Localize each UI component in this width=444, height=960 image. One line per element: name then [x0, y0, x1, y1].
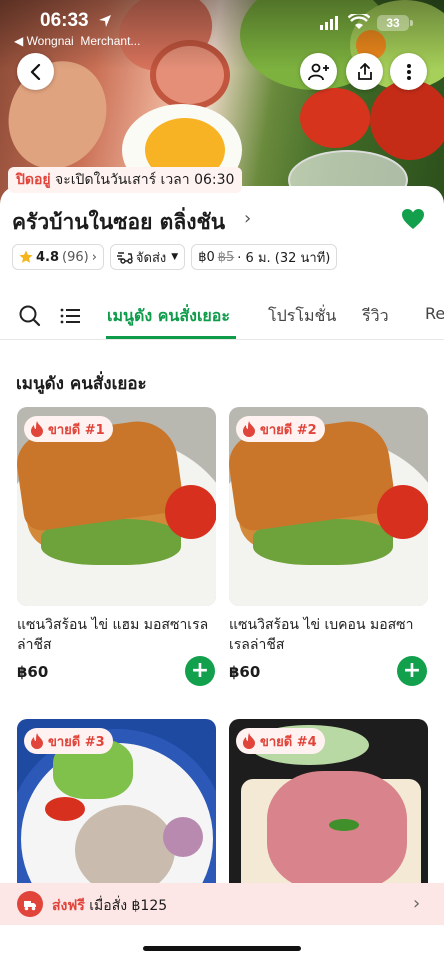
closed-label: ปิดอยู่ — [16, 172, 51, 188]
battery-indicator: 33 — [377, 15, 409, 31]
tab-promotion[interactable]: โปรโมชั่น — [268, 304, 336, 329]
bestseller-badge: ขายดี #3 — [24, 728, 113, 754]
free-delivery-banner[interactable]: ส่งฟรี เมื่อสั่ง ฿125 › — [0, 883, 444, 925]
back-button[interactable] — [17, 53, 54, 90]
bottom-safe-area — [0, 925, 444, 960]
add-to-cart-button[interactable]: + — [397, 656, 427, 686]
rating-chip[interactable]: 4.8 (96) › — [12, 244, 104, 270]
restaurant-chips: 4.8 (96) › จัดส่ง ▼ ฿0 ฿5 · 6 ม. (32 นาท… — [12, 244, 338, 270]
location-arrow-icon — [99, 15, 111, 27]
search-icon[interactable] — [18, 304, 42, 328]
status-time: 06:33 — [40, 10, 89, 31]
delivery-mode-select[interactable]: จัดส่ง ▼ — [109, 244, 186, 270]
wifi-icon — [348, 14, 370, 29]
bestseller-badge: ขายดี #1 — [24, 416, 113, 442]
share-icon — [357, 62, 372, 80]
product-price: ฿60 — [17, 663, 49, 681]
fire-icon — [31, 733, 43, 749]
share-button[interactable] — [346, 53, 383, 90]
status-bar: 06:33 ◀ Wongnai Merchant... 33 — [0, 8, 444, 48]
delivery-mode-label: จัดส่ง — [135, 250, 167, 266]
plus-icon: + — [402, 658, 422, 683]
product-image[interactable]: ขายดี #1 — [17, 407, 216, 606]
fire-icon — [243, 421, 255, 437]
bestseller-badge: ขายดี #4 — [236, 728, 325, 754]
tab-re[interactable]: Re — [425, 304, 444, 323]
delivery-icon — [116, 252, 133, 264]
add-friend-button[interactable] — [300, 53, 337, 90]
fire-icon — [243, 733, 255, 749]
distance-time: · 6 ม. (32 นาที) — [237, 250, 331, 266]
product-price: ฿60 — [229, 663, 261, 681]
product-image[interactable]: ขายดี #2 — [229, 407, 428, 606]
restaurant-name[interactable]: ครัวบ้านในซอย ตลิ่งชัน — [12, 206, 225, 239]
bestseller-badge: ขายดี #2 — [236, 416, 325, 442]
delivery-fee: ฿0 — [198, 249, 215, 265]
add-friend-icon — [307, 63, 329, 80]
favorite-heart-icon[interactable] — [401, 208, 425, 230]
chevron-right-icon[interactable]: › — [244, 208, 251, 229]
tab-review[interactable]: รีวิว — [362, 304, 389, 329]
fire-icon — [31, 421, 43, 437]
signal-icon — [320, 16, 338, 30]
free-delivery-icon — [17, 891, 43, 917]
tab-popular[interactable]: เมนูดัง คนสั่งเยอะ — [107, 304, 230, 329]
plus-icon: + — [190, 658, 210, 683]
back-arrow-icon — [30, 63, 40, 80]
restaurant-info-card: ครัวบ้านในซอย ตลิ่งชัน › 4.8 (96) › จัดส… — [0, 186, 444, 296]
menu-tabs: เมนูดัง คนสั่งเยอะ โปรโมชั่น รีวิว Re — [0, 296, 444, 340]
add-to-cart-button[interactable]: + — [185, 656, 215, 686]
free-delivery-condition: เมื่อสั่ง ฿125 — [89, 898, 168, 914]
star-icon — [19, 250, 33, 263]
chevron-right-icon: › — [91, 249, 97, 265]
dropdown-caret-icon: ▼ — [171, 252, 179, 262]
reopen-text: จะเปิดในวันเสาร์ เวลา 06:30 — [55, 172, 235, 188]
more-options-button[interactable] — [390, 53, 427, 90]
product-name: แซนวิสร้อน ไข่ เบคอน มอสซาเรลล่าชีส — [229, 617, 414, 653]
list-icon[interactable] — [59, 304, 83, 328]
delivery-info-chip: ฿0 ฿5 · 6 ม. (32 นาที) — [191, 244, 338, 270]
chevron-right-icon: › — [413, 893, 421, 914]
rating-value: 4.8 — [36, 249, 60, 265]
active-tab-indicator — [106, 336, 236, 339]
section-title: เมนูดัง คนสั่งเยอะ — [16, 374, 147, 394]
review-count: (96) — [62, 249, 89, 265]
delivery-fee-original: ฿5 — [217, 249, 235, 265]
home-indicator[interactable] — [143, 946, 301, 951]
opening-status-badge: ปิดอยู่ จะเปิดในวันเสาร์ เวลา 06:30 — [8, 167, 243, 193]
free-delivery-label: ส่งฟรี — [52, 898, 85, 914]
product-name: แซนวิสร้อน ไข่ แฮม มอสซาเรลล่าชีส — [17, 617, 209, 653]
back-to-app-link[interactable]: ◀ Wongnai Merchant... — [14, 34, 140, 48]
more-icon — [406, 63, 411, 80]
